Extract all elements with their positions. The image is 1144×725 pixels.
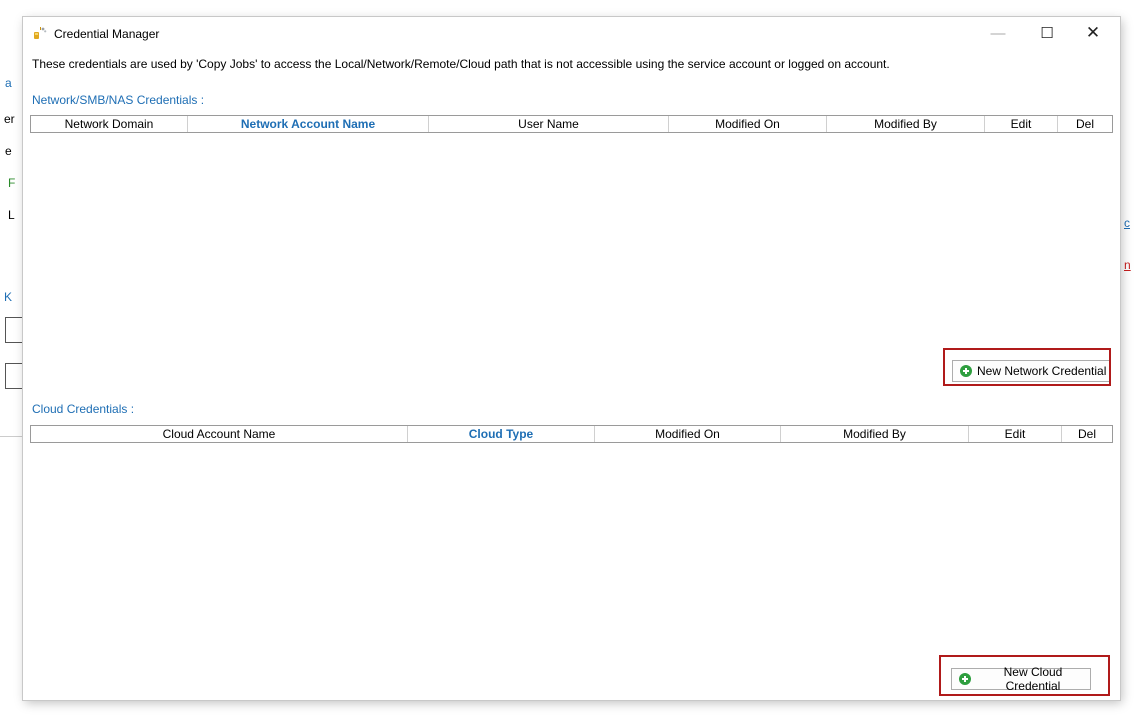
background-fragment[interactable]: n [1124, 258, 1131, 272]
maximize-button[interactable]: ☐ [1024, 17, 1070, 49]
column-header-cloud-type[interactable]: Cloud Type [408, 426, 595, 442]
background-fragment[interactable]: c [1124, 216, 1130, 230]
minimize-button[interactable]: — [975, 17, 1021, 49]
column-header-edit[interactable]: Edit [969, 426, 1062, 442]
cloud-credentials-grid[interactable]: Cloud Account Name Cloud Type Modified O… [30, 425, 1113, 443]
column-header-modified-by[interactable]: Modified By [827, 116, 985, 132]
column-header-edit[interactable]: Edit [985, 116, 1058, 132]
background-fragment: e [5, 144, 12, 158]
column-header-modified-by[interactable]: Modified By [781, 426, 969, 442]
column-header-modified-on[interactable]: Modified On [669, 116, 827, 132]
network-credentials-label: Network/SMB/NAS Credentials : [32, 93, 205, 107]
column-header-del[interactable]: Del [1062, 426, 1112, 442]
cloud-credentials-label: Cloud Credentials : [32, 402, 135, 416]
credential-manager-dialog: Credential Manager — ☐ ✕ These credentia… [23, 17, 1120, 700]
column-header-network-domain[interactable]: Network Domain [31, 116, 188, 132]
background-fragment: a [5, 76, 12, 90]
background-fragment: K [4, 290, 13, 304]
column-header-modified-on[interactable]: Modified On [595, 426, 781, 442]
column-header-cloud-account-name[interactable]: Cloud Account Name [31, 426, 408, 442]
highlight-box [943, 348, 1111, 386]
background-input[interactable] [5, 317, 23, 343]
window-title: Credential Manager [54, 27, 160, 41]
network-credentials-grid[interactable]: Network Domain Network Account Name User… [30, 115, 1113, 133]
close-button[interactable]: ✕ [1070, 17, 1116, 49]
column-header-user-name[interactable]: User Name [429, 116, 669, 132]
background-fragment: L [8, 208, 15, 222]
background-fragment: F [8, 176, 16, 190]
info-text: These credentials are used by 'Copy Jobs… [32, 57, 890, 71]
highlight-box [939, 655, 1110, 696]
title-bar[interactable]: Credential Manager — ☐ ✕ [23, 17, 1120, 49]
background-input[interactable] [5, 363, 23, 389]
column-header-network-account-name[interactable]: Network Account Name [188, 116, 429, 132]
key-icon [34, 27, 47, 39]
background-divider [0, 436, 23, 437]
background-fragment: er [4, 112, 15, 126]
column-header-del[interactable]: Del [1058, 116, 1112, 132]
